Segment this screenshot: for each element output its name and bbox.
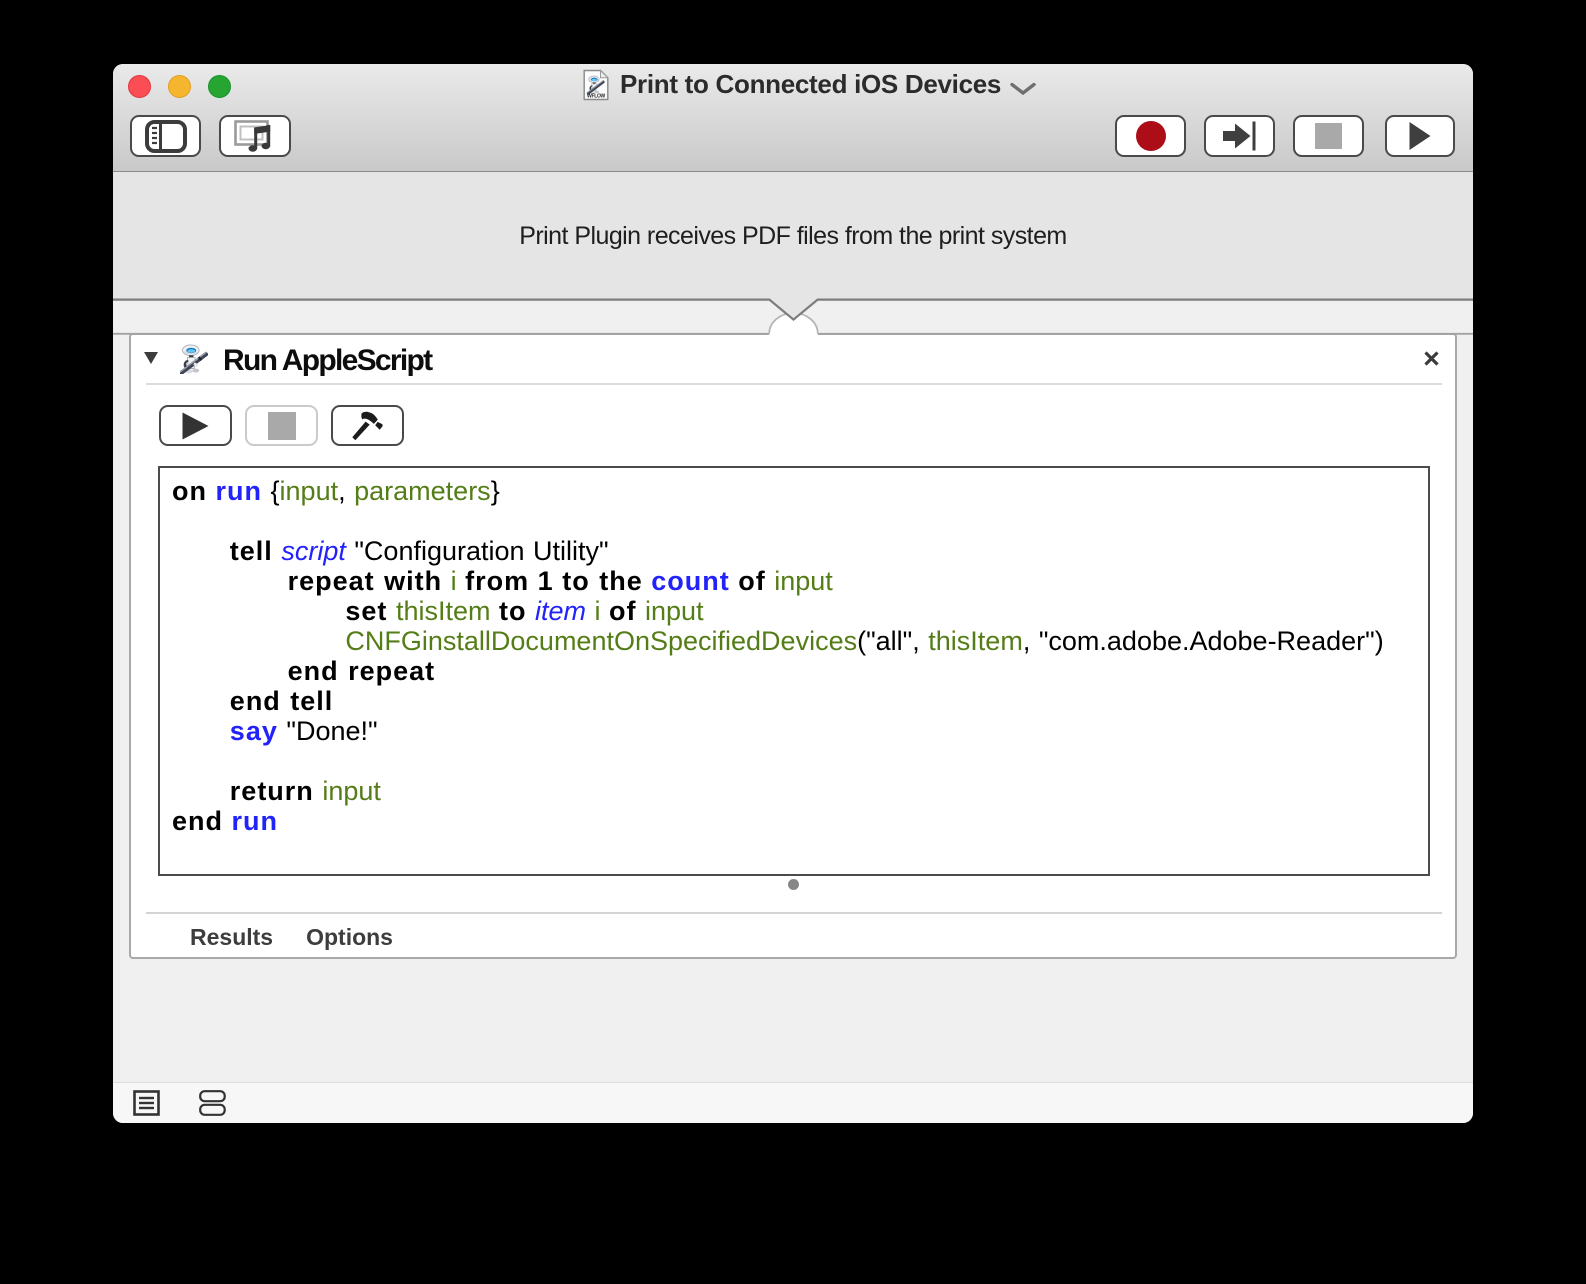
svg-text:WFLOW: WFLOW: [587, 94, 606, 100]
